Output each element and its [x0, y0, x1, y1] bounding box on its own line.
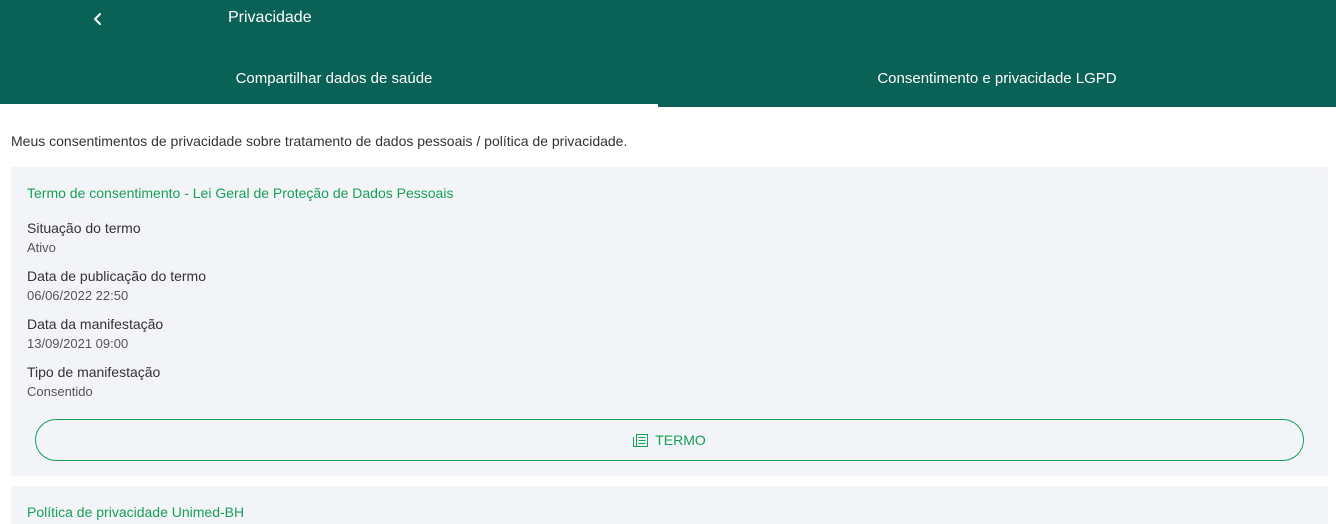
field-manifestation-type: Tipo de manifestação Consentido: [27, 363, 160, 401]
field-label: Data de publicação do termo: [27, 268, 206, 284]
field-value: 06/06/2022 22:50: [27, 288, 129, 303]
card-title: Termo de consentimento - Lei Geral de Pr…: [27, 185, 454, 201]
tab-share-health-data[interactable]: Compartilhar dados de saúde: [0, 52, 658, 107]
consent-term-card: Termo de consentimento - Lei Geral de Pr…: [11, 167, 1328, 476]
tab-bar: Compartilhar dados de saúde Consentiment…: [0, 52, 1336, 107]
page-title: Privacidade: [228, 9, 312, 26]
field-value: Consentido: [27, 384, 93, 399]
field-value: 13/09/2021 09:00: [27, 336, 129, 351]
tab-consent-privacy-lgpd[interactable]: Consentimento e privacidade LGPD: [658, 52, 1336, 107]
app-bar: Privacidade Compartilhar dados de saúde …: [0, 0, 1336, 107]
field-value: Ativo: [27, 240, 56, 255]
field-label: Tipo de manifestação: [27, 364, 161, 380]
field-manifestation-date: Data da manifestação 13/09/2021 09:00: [27, 315, 163, 353]
field-label: Data da manifestação: [27, 316, 164, 332]
intro-text: Meus consentimentos de privacidade sobre…: [11, 133, 628, 149]
privacy-policy-card: Política de privacidade Unimed-BH: [11, 486, 1328, 524]
card-title: Política de privacidade Unimed-BH: [27, 504, 245, 520]
tab-label: Consentimento e privacidade LGPD: [877, 69, 1117, 87]
tab-label: Compartilhar dados de saúde: [235, 69, 433, 87]
document-icon: [633, 433, 649, 447]
chevron-left-icon: [94, 13, 101, 25]
back-button[interactable]: [84, 4, 112, 34]
field-publication-date: Data de publicação do termo 06/06/2022 2…: [27, 267, 206, 305]
field-label: Situação do termo: [27, 220, 141, 236]
field-term-status: Situação do termo Ativo: [27, 219, 141, 257]
button-label: TERMO: [655, 432, 706, 448]
view-term-button[interactable]: TERMO: [35, 419, 1304, 461]
